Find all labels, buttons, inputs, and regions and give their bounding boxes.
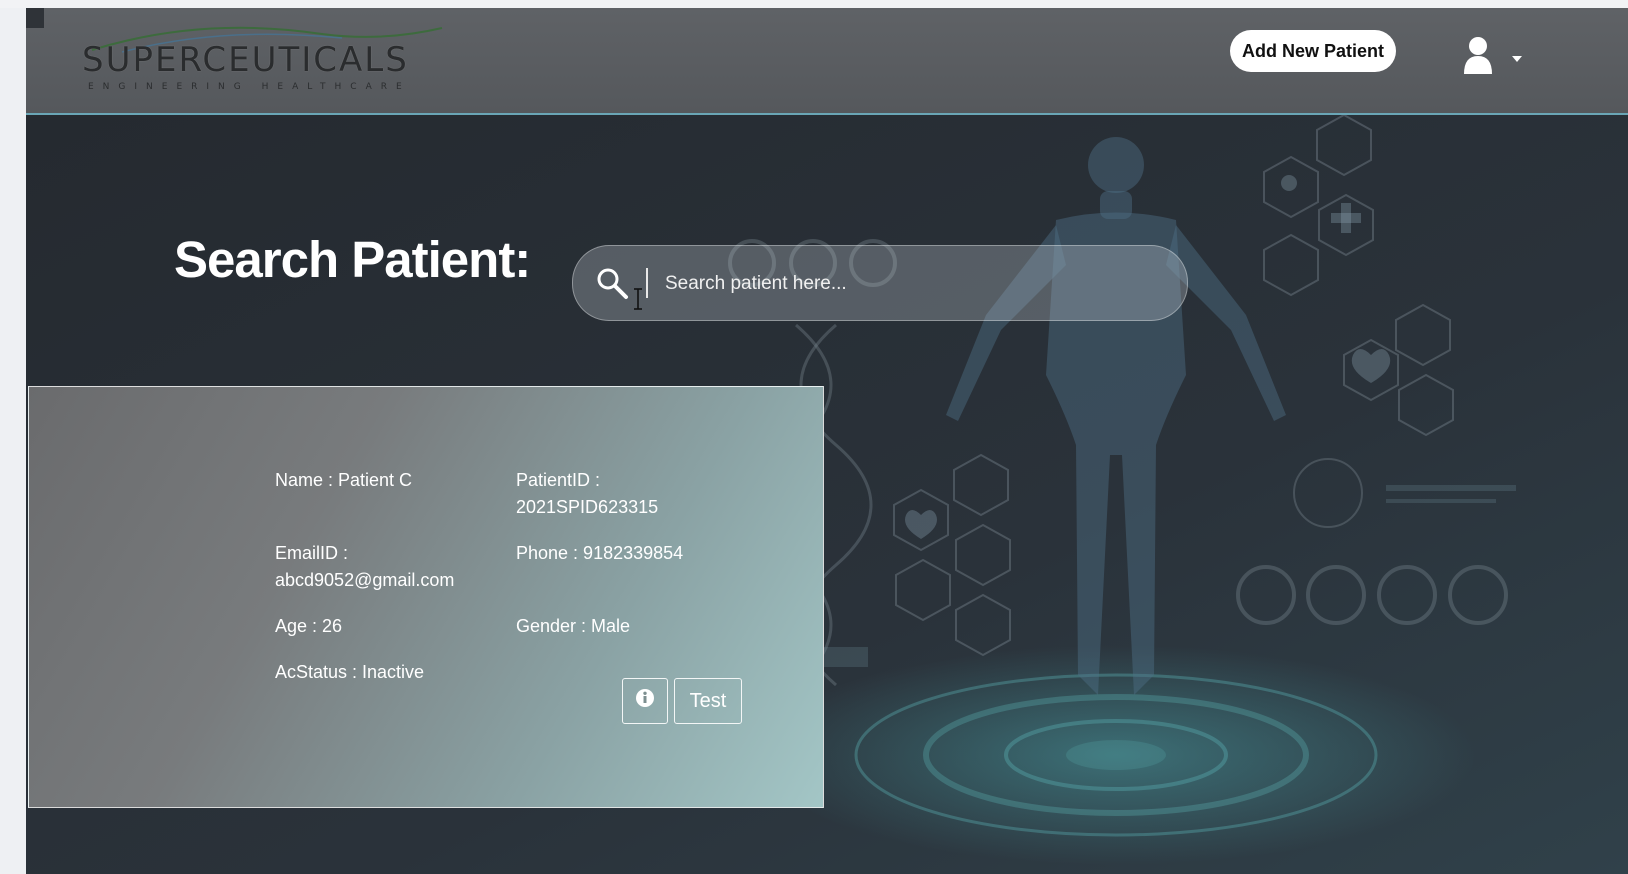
user-icon [1464, 37, 1492, 74]
search-bar[interactable] [572, 245, 1188, 321]
app-window: SUPERCEUTICALS ENGINEERING HEALTHCARE Ad… [26, 8, 1628, 874]
logo-wordmark: SUPERCEUTICALS [82, 40, 409, 80]
patient-gender: Gender : Male [516, 616, 631, 636]
search-icon [597, 268, 628, 299]
top-header: SUPERCEUTICALS ENGINEERING HEALTHCARE Ad… [26, 8, 1628, 115]
user-menu[interactable] [1462, 36, 1532, 80]
add-new-patient-button[interactable]: Add New Patient [1230, 30, 1396, 72]
caret-down-icon [1512, 56, 1522, 62]
patient-card: Name : Patient C PatientID : 2021SPID623… [28, 386, 824, 808]
patient-phone: Phone : 9182339854 [516, 543, 684, 563]
patient-name: Name : Patient C [275, 470, 413, 490]
patient-info-button[interactable] [622, 678, 668, 724]
patient-id: PatientID : 2021SPID623315 [516, 470, 659, 517]
patient-test-button[interactable]: Test [674, 678, 742, 724]
text-cursor-icon [634, 288, 642, 310]
top-strip [0, 0, 1628, 8]
patient-email: EmailID : abcd9052@gmail.com [275, 543, 455, 590]
search-input[interactable] [663, 260, 1167, 308]
patient-status: AcStatus : Inactive [275, 662, 425, 682]
search-patient-title: Search Patient: [174, 231, 531, 288]
info-icon [636, 689, 654, 707]
patient-age: Age : 26 [275, 616, 343, 636]
logo-tagline: ENGINEERING HEALTHCARE [88, 82, 411, 92]
search-divider [646, 268, 648, 298]
corner-marker [26, 8, 44, 28]
brand-logo[interactable]: SUPERCEUTICALS ENGINEERING HEALTHCARE [82, 22, 462, 102]
